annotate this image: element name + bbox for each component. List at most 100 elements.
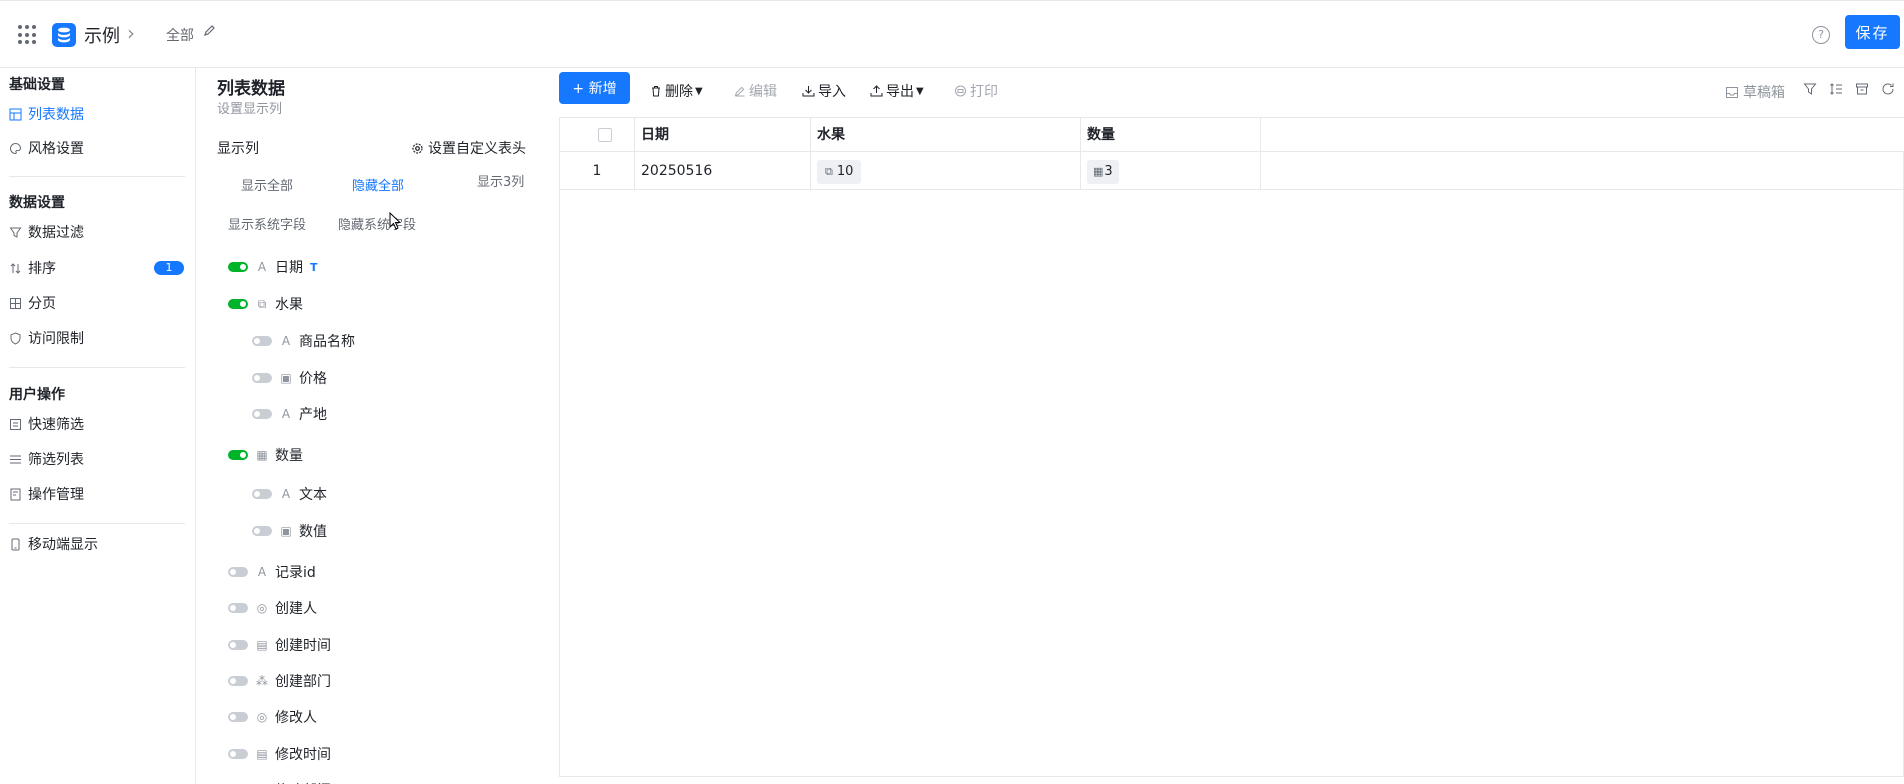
nav-group-user: 用户操作 [9,387,65,403]
pencil-icon[interactable] [203,23,217,41]
palette-icon [10,142,21,154]
document-settings-icon [10,488,21,500]
field-visibility-toggle[interactable] [252,489,272,499]
field-row[interactable]: A 记录id [228,561,316,583]
sidebar-item-label: 快速筛选 [28,417,84,433]
add-button[interactable]: + 新增 [559,72,630,104]
column-header-quantity[interactable]: 数量 [1081,118,1261,152]
apps-grid-icon[interactable] [18,25,38,45]
delete-label: 删除 [665,84,693,100]
field-visibility-toggle[interactable] [228,262,248,272]
field-row[interactable]: ▤ 修改时间 [228,743,331,765]
hide-system-fields-button[interactable]: 隐藏系统字段 [338,214,416,233]
field-type-icon: ◎ [256,710,268,724]
drafts-button[interactable]: 草稿箱 [1725,82,1785,102]
field-visibility-toggle[interactable] [228,676,248,686]
row-height-icon[interactable] [1829,82,1843,96]
custom-header-button[interactable]: 设置自定义表头 [411,138,526,158]
sidebar-item-filter-list[interactable]: 筛选列表 [9,447,187,471]
print-button[interactable]: 打印 [954,81,998,101]
export-label: 导出 [886,84,914,100]
select-all-checkbox[interactable] [598,128,612,142]
show-all-button[interactable]: 显示全部 [241,175,293,194]
subtable-chip[interactable]: ⧉ 10 [817,160,862,184]
column-header-date[interactable]: 日期 [635,118,811,152]
filter-icon[interactable] [1803,82,1817,96]
save-button[interactable]: 保存 [1845,15,1900,49]
table-row[interactable]: 1 20250516 ⧉ 10 ▦ 3 [560,152,1904,190]
field-label: 数值 [299,524,327,540]
field-visibility-toggle[interactable] [228,567,248,577]
import-button[interactable]: 导入 [802,81,846,101]
field-row[interactable]: ▣ 数值 [252,520,327,542]
field-label: 创建部门 [275,674,331,690]
field-visibility-toggle[interactable] [228,450,248,460]
show-count-button[interactable]: 显示3列 [477,171,524,190]
field-visibility-toggle[interactable] [228,712,248,722]
data-table: 日期 水果 数量 1 20250516 ⧉ 10 ▦ 3 [559,117,1904,777]
show-system-fields-button[interactable]: 显示系统字段 [228,214,306,233]
sidebar-item-label: 操作管理 [28,487,84,503]
sidebar-item-list-data[interactable]: 列表数据 [9,102,187,126]
grid-chip[interactable]: ▦ 3 [1087,160,1119,184]
filter-icon [9,227,22,238]
field-type-icon: A [281,334,291,348]
sidebar-item-label: 移动端显示 [28,537,98,553]
field-visibility-toggle[interactable] [228,749,248,759]
field-label: 修改人 [275,710,317,726]
cell-quantity[interactable]: ▦ 3 [1081,152,1261,190]
nav-divider [9,176,185,177]
field-row[interactable]: A 产地 [252,403,327,425]
refresh-icon[interactable] [1881,82,1895,96]
field-visibility-toggle[interactable] [252,409,272,419]
field-label: 水果 [275,297,303,313]
table-header: 日期 水果 数量 [560,118,1904,152]
field-row[interactable]: ⧉ 水果 [228,293,303,315]
trash-icon [652,86,660,97]
field-type-icon: ▤ [256,638,268,652]
field-row[interactable]: A 日期 T [228,256,318,278]
edit-button[interactable]: 编辑 [734,81,777,101]
sidebar-item-actions[interactable]: 操作管理 [9,482,187,506]
column-header-fruit[interactable]: 水果 [811,118,1081,152]
field-row[interactable]: ▣ 价格 [252,367,327,389]
field-row[interactable]: A 文本 [252,483,327,505]
show-columns-label: 显示列 [217,141,259,157]
field-visibility-toggle[interactable] [228,640,248,650]
field-row[interactable]: ⁂ 创建部门 [228,670,331,692]
export-button[interactable]: 导出 ▼ [870,81,924,101]
field-row[interactable]: A 商品名称 [252,330,355,352]
sidebar-item-pagination[interactable]: 分页 [9,291,187,315]
chip-value: 10 [836,164,854,179]
inbox-icon [1726,86,1738,98]
cell-fruit[interactable]: ⧉ 10 [811,152,1081,190]
sidebar-item-quick-filter[interactable]: 快速筛选 [9,412,187,436]
sidebar-item-filter[interactable]: 数据过滤 [9,220,187,244]
field-visibility-toggle[interactable] [228,299,248,309]
caret-down-icon: ▼ [695,85,703,97]
sidebar-item-sort[interactable]: 排序 1 [9,256,187,280]
app-title[interactable]: 示例 [84,22,120,48]
hide-all-button[interactable]: 隐藏全部 [352,175,404,194]
archive-icon[interactable] [1855,82,1869,96]
field-row[interactable]: ▤ 创建时间 [228,634,331,656]
field-label: 商品名称 [299,334,355,350]
field-row[interactable]: ⁂修改部门 [228,779,331,784]
delete-button[interactable]: 删除 ▼ [650,81,703,101]
field-visibility-toggle[interactable] [228,603,248,613]
field-label: 文本 [299,487,327,503]
help-icon[interactable]: ? [1812,26,1830,44]
field-row[interactable]: ◎ 创建人 [228,597,317,619]
field-visibility-toggle[interactable] [252,373,272,383]
sidebar-item-style[interactable]: 风格设置 [9,136,187,160]
sidebar-item-label: 风格设置 [28,141,84,157]
field-type-icon: ▤ [256,747,268,761]
field-row[interactable]: ◎ 修改人 [228,706,317,728]
field-visibility-toggle[interactable] [252,526,272,536]
field-visibility-toggle[interactable] [252,336,272,346]
breadcrumb-view[interactable]: 全部 [166,25,194,45]
field-row[interactable]: ▦ 数量 [228,444,303,466]
sidebar-item-access[interactable]: 访问限制 [9,326,187,350]
sidebar-item-mobile[interactable]: 移动端显示 [9,532,187,556]
field-type-icon: A [281,487,291,501]
